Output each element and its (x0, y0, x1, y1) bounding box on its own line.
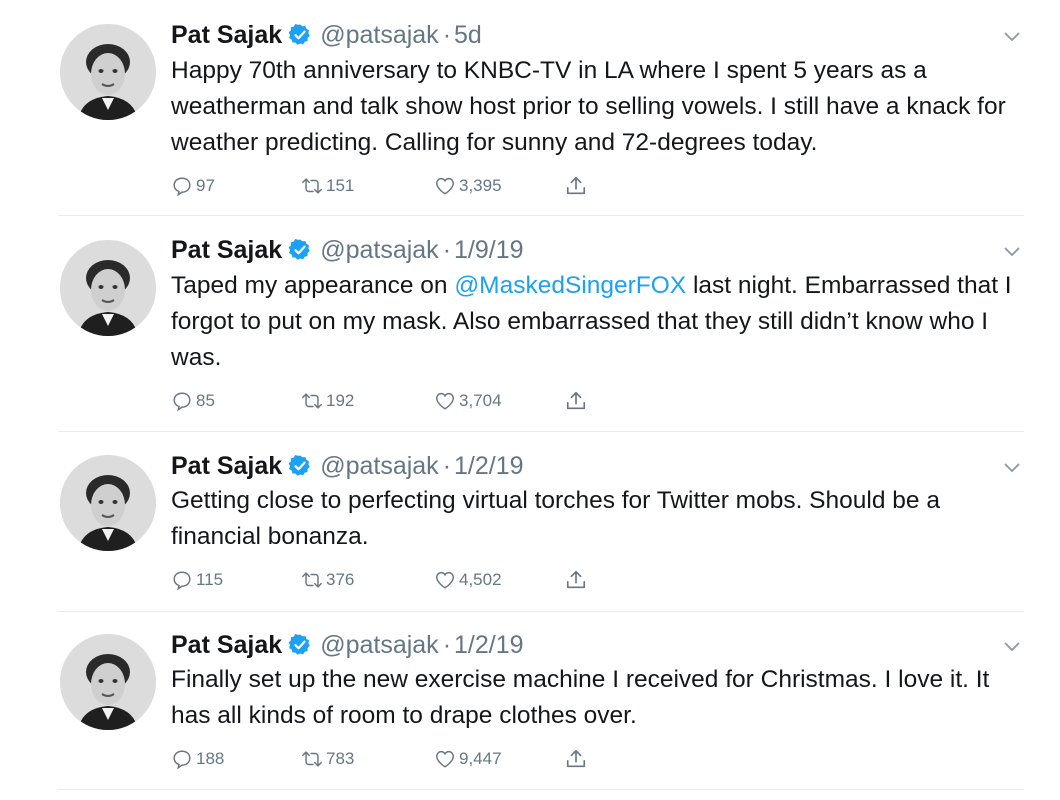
user-handle[interactable]: @patsajak (320, 21, 439, 50)
tweet-text-part: Getting close to perfecting virtual torc… (171, 487, 947, 550)
share-button[interactable] (565, 388, 590, 414)
retweet-icon (302, 751, 322, 767)
divider (58, 789, 1024, 790)
share-icon (566, 391, 586, 410)
tweet-text-part: Happy 70th anniversary to KNBC-TV in LA … (171, 57, 1013, 156)
separator-dot: · (442, 20, 452, 49)
retweet-count: 151 (326, 176, 355, 195)
retweet-button[interactable]: 783 (301, 746, 354, 772)
display-name[interactable]: Pat Sajak (171, 631, 282, 660)
share-icon (566, 570, 586, 589)
chevron-down-icon[interactable] (1002, 26, 1022, 46)
tweet[interactable]: Pat Sajak @patsajak · 5d Happy 70th anni… (58, 0, 1024, 216)
heart-icon (436, 571, 454, 589)
avatar[interactable] (60, 24, 156, 120)
share-icon (566, 749, 586, 768)
reply-icon (173, 392, 191, 412)
user-handle[interactable]: @patsajak (320, 236, 439, 265)
share-icon (566, 176, 586, 195)
like-count: 4,502 (459, 570, 502, 589)
retweet-icon (302, 178, 322, 194)
reply-count: 115 (196, 570, 224, 589)
tweet-text-part: Finally set up the new exercise machine … (171, 666, 997, 729)
heart-icon (436, 177, 454, 195)
like-count: 3,395 (459, 176, 502, 195)
chevron-down-icon[interactable] (1002, 636, 1022, 656)
reply-button[interactable]: 115 (171, 567, 223, 593)
tweet-header: Pat Sajak @patsajak · 1/2/19 (171, 628, 524, 662)
verified-badge-icon (288, 23, 312, 47)
tweet-text: Getting close to perfecting virtual torc… (171, 483, 1021, 555)
heart-icon (436, 750, 454, 768)
retweet-icon (302, 572, 322, 588)
display-name[interactable]: Pat Sajak (171, 21, 282, 50)
tweet[interactable]: Pat Sajak @patsajak · 1/9/19 Taped my ap… (58, 216, 1024, 432)
verified-badge-icon (288, 238, 312, 262)
share-button[interactable] (565, 567, 590, 593)
reply-button[interactable]: 188 (171, 746, 224, 772)
separator-dot: · (442, 235, 452, 264)
retweet-button[interactable]: 151 (301, 173, 354, 199)
tweet[interactable]: Pat Sajak @patsajak · 1/2/19 Getting clo… (58, 432, 1024, 612)
reply-button[interactable]: 97 (171, 173, 215, 199)
share-button[interactable] (565, 746, 590, 772)
verified-badge-icon (288, 633, 312, 657)
reply-icon (173, 177, 191, 197)
avatar[interactable] (60, 634, 156, 730)
retweet-count: 192 (326, 391, 355, 410)
user-handle[interactable]: @patsajak (320, 631, 439, 660)
user-handle[interactable]: @patsajak (320, 452, 439, 481)
tweet[interactable]: Pat Sajak @patsajak · 1/2/19 Finally set… (58, 612, 1024, 800)
reply-icon (173, 750, 191, 770)
like-button[interactable]: 9,447 (434, 746, 502, 772)
avatar[interactable] (60, 455, 156, 551)
tweet-header: Pat Sajak @patsajak · 5d (171, 18, 482, 52)
separator-dot: · (442, 451, 452, 480)
reply-count: 85 (196, 391, 215, 410)
reply-count: 188 (196, 749, 225, 768)
timestamp[interactable]: 1/9/19 (454, 236, 524, 265)
timestamp[interactable]: 5d (454, 21, 482, 50)
retweet-button[interactable]: 192 (301, 388, 354, 414)
timeline: Pat Sajak @patsajak · 5d Happy 70th anni… (0, 0, 1060, 800)
retweet-icon (302, 393, 322, 409)
tweet-text: Happy 70th anniversary to KNBC-TV in LA … (171, 53, 1021, 161)
tweet-text-part: Taped my appearance on (171, 272, 455, 299)
like-button[interactable]: 4,502 (434, 567, 502, 593)
mention-link[interactable]: @MaskedSingerFOX (454, 272, 686, 299)
like-count: 3,704 (459, 391, 502, 410)
chevron-down-icon[interactable] (1002, 241, 1022, 261)
avatar[interactable] (60, 240, 156, 336)
reply-button[interactable]: 85 (171, 388, 215, 414)
timestamp[interactable]: 1/2/19 (454, 452, 524, 481)
tweet-text: Finally set up the new exercise machine … (171, 662, 1021, 734)
chevron-down-icon[interactable] (1002, 457, 1022, 477)
tweet-header: Pat Sajak @patsajak · 1/9/19 (171, 233, 524, 267)
share-button[interactable] (565, 173, 590, 199)
tweet-text: Taped my appearance on @MaskedSingerFOX … (171, 268, 1021, 376)
like-button[interactable]: 3,395 (434, 173, 502, 199)
display-name[interactable]: Pat Sajak (171, 236, 282, 265)
separator-dot: · (442, 630, 452, 659)
timestamp[interactable]: 1/2/19 (454, 631, 524, 660)
retweet-count: 376 (326, 570, 355, 589)
like-button[interactable]: 3,704 (434, 388, 502, 414)
like-count: 9,447 (459, 749, 502, 768)
tweet-header: Pat Sajak @patsajak · 1/2/19 (171, 449, 524, 483)
display-name[interactable]: Pat Sajak (171, 452, 282, 481)
heart-icon (436, 392, 454, 410)
reply-icon (173, 571, 191, 591)
reply-count: 97 (196, 176, 215, 195)
verified-badge-icon (288, 454, 312, 478)
retweet-button[interactable]: 376 (301, 567, 354, 593)
retweet-count: 783 (326, 749, 355, 768)
